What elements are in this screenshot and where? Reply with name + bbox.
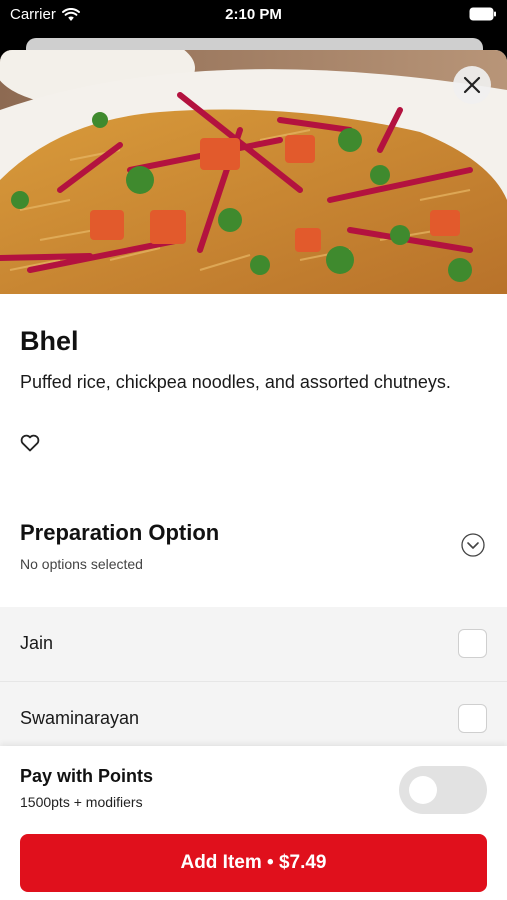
option-jain-checkbox[interactable]	[458, 629, 487, 658]
heart-outline-icon	[20, 434, 40, 452]
close-icon	[463, 76, 481, 94]
add-item-button[interactable]: Add Item • $7.49	[20, 834, 487, 892]
item-title: Bhel	[20, 326, 79, 356]
pay-with-points-title: Pay with Points	[20, 766, 154, 786]
chevron-down-circle-icon	[461, 533, 485, 557]
preparation-option-status: No options selected	[20, 556, 143, 572]
pay-with-points-cost: 1500pts + modifiers	[20, 794, 143, 810]
option-swaminarayan[interactable]: Swaminarayan	[0, 681, 507, 755]
item-photo	[0, 50, 507, 294]
item-detail-sheet: Bhel Puffed rice, chickpea noodles, and …	[0, 50, 507, 900]
favorite-button[interactable]	[20, 434, 42, 456]
pay-with-points-toggle[interactable]	[399, 766, 487, 814]
option-swaminarayan-checkbox[interactable]	[458, 704, 487, 733]
preparation-option-title: Preparation Option	[20, 520, 220, 545]
bottom-panel: Pay with Points 1500pts + modifiers Add …	[0, 746, 507, 900]
option-label: Swaminarayan	[20, 708, 140, 728]
battery-icon	[469, 7, 497, 25]
status-time: 2:10 PM	[225, 6, 282, 23]
close-button[interactable]	[453, 66, 491, 104]
option-jain[interactable]: Jain	[0, 607, 507, 681]
preparation-options-list: Jain Swaminarayan	[0, 607, 507, 749]
status-bar: Carrier 2:10 PM	[0, 0, 507, 30]
option-label: Jain	[20, 633, 54, 653]
screen: Carrier 2:10 PM Bhel Puffed rice, chickp…	[0, 0, 507, 900]
toggle-knob	[409, 776, 437, 804]
preparation-expand-button[interactable]	[461, 533, 485, 557]
item-description: Puffed rice, chickpea noodles, and assor…	[20, 372, 451, 392]
